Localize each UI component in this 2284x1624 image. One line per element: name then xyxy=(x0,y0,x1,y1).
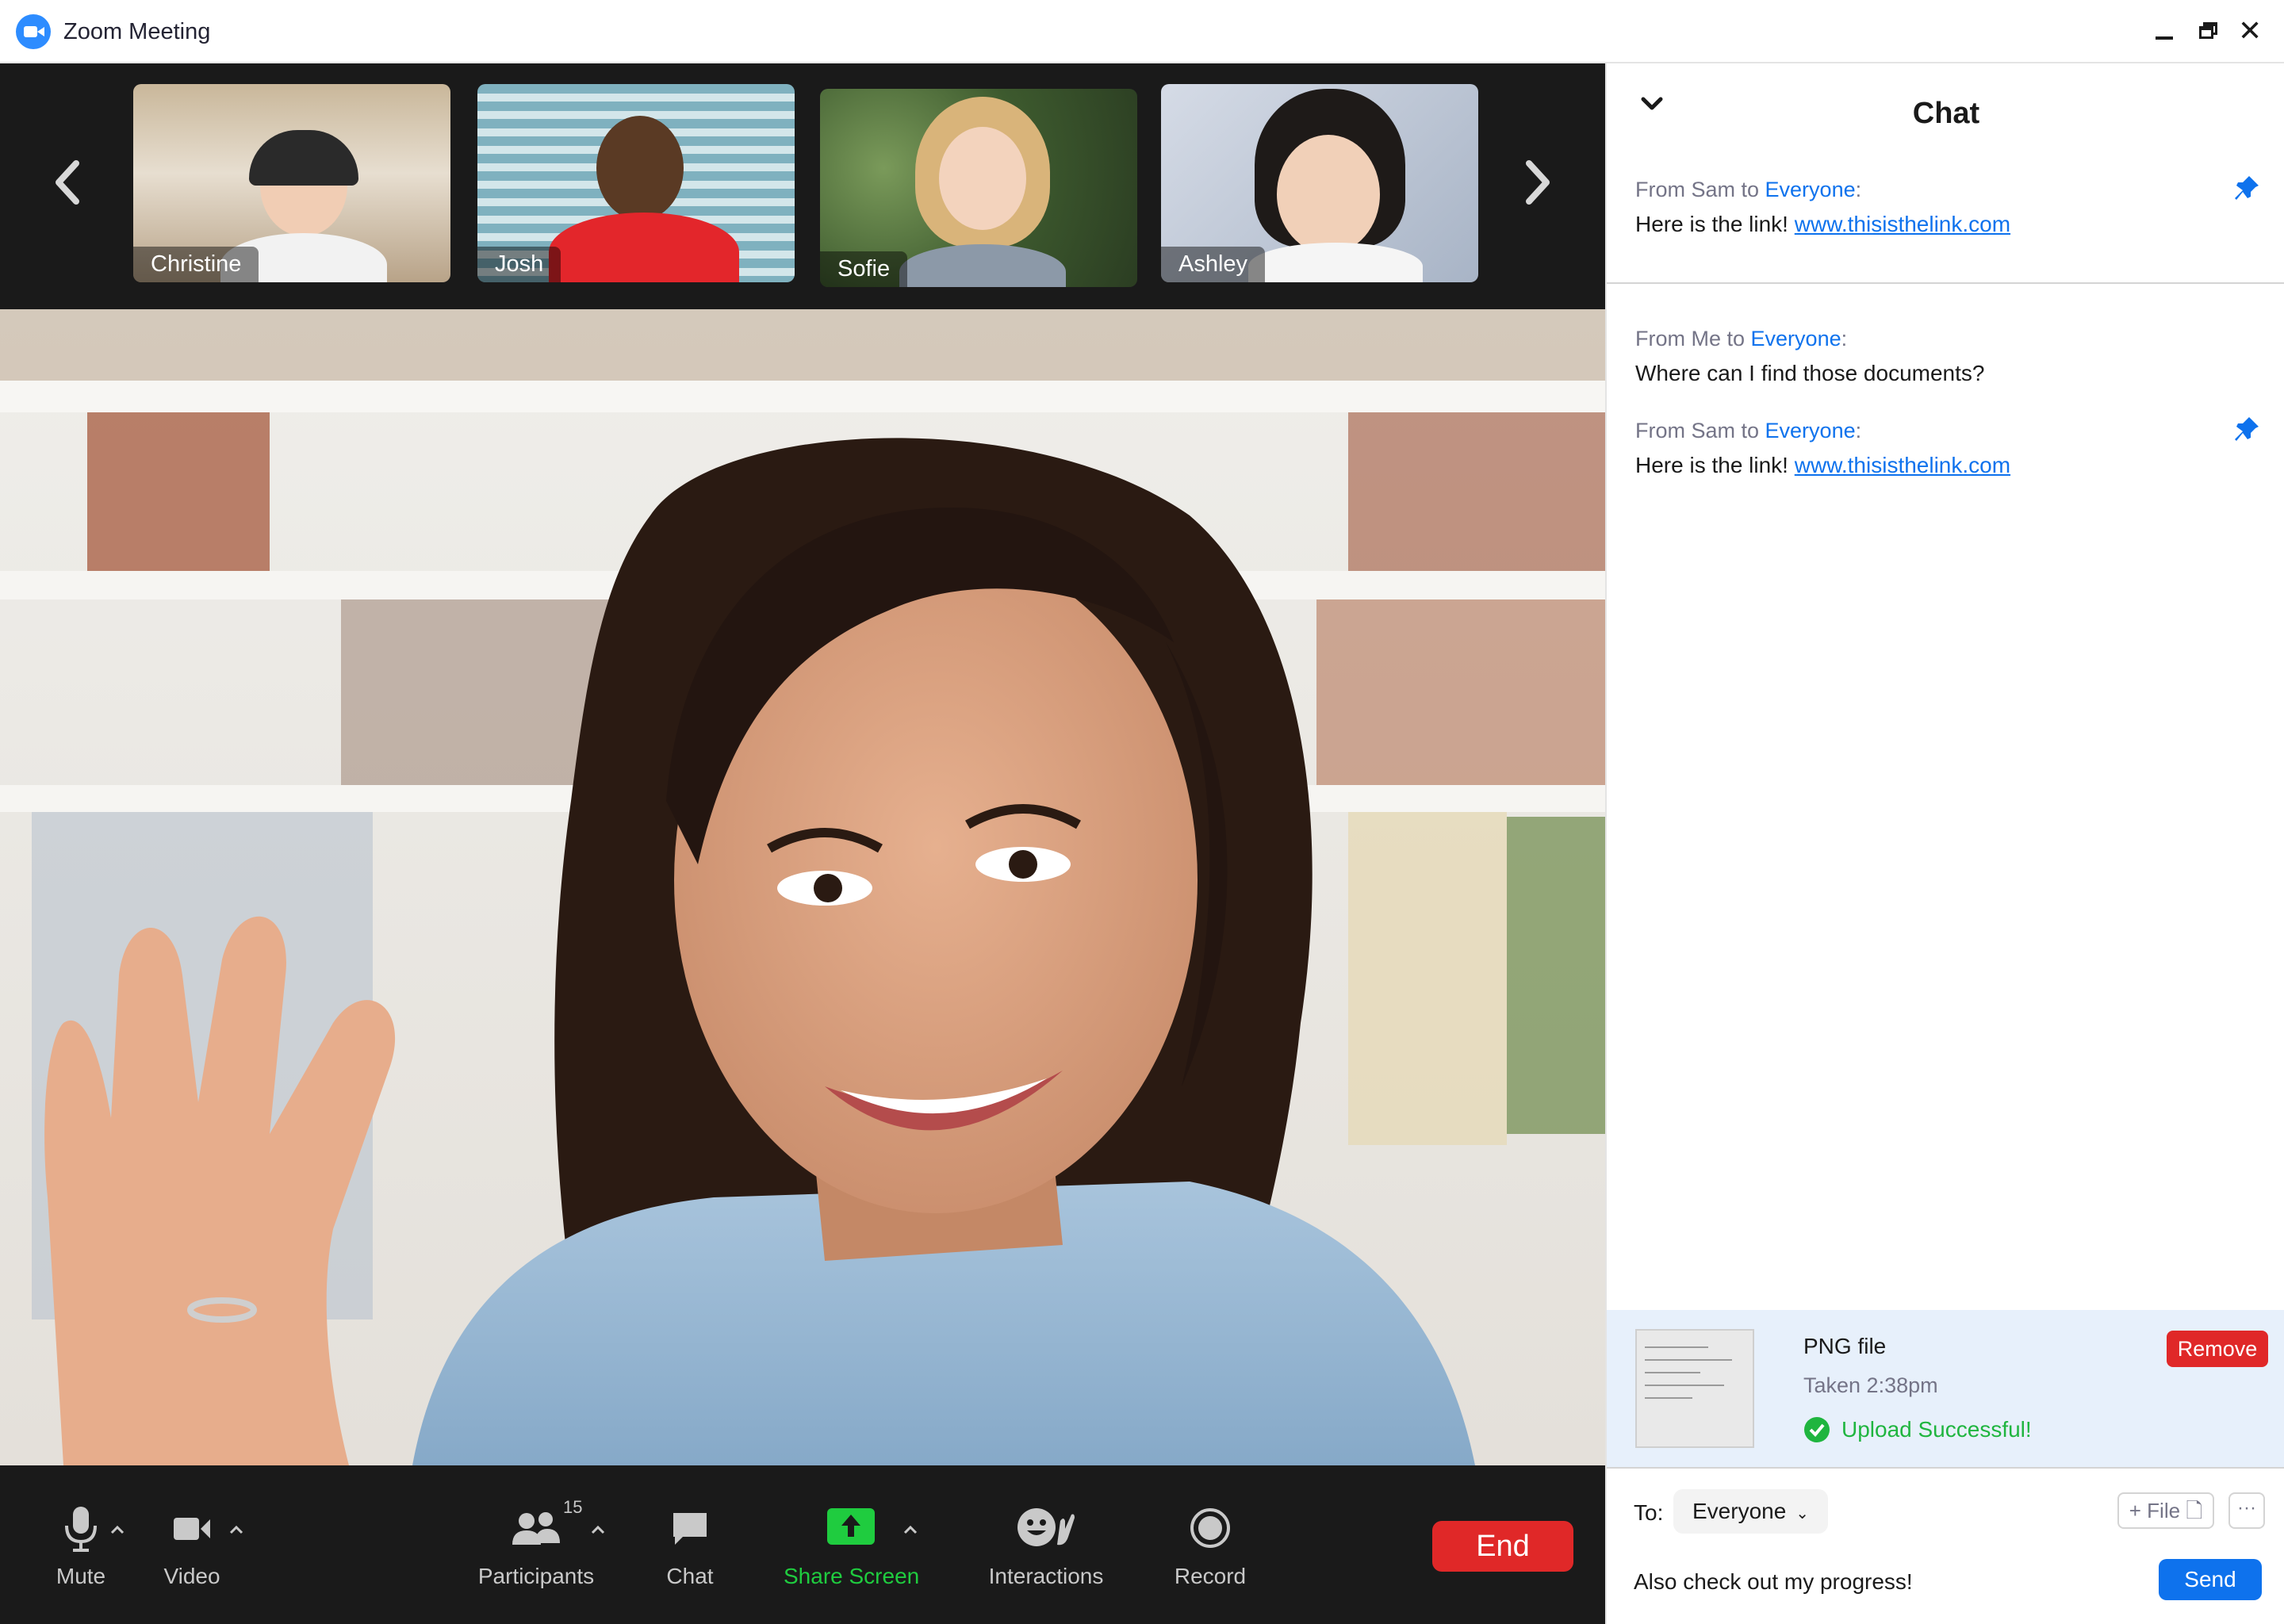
minimize-icon[interactable] xyxy=(2152,19,2176,43)
close-icon[interactable]: ✕ xyxy=(2238,17,2262,45)
participants-options-chevron-icon[interactable] xyxy=(588,1521,607,1540)
zoom-camera-icon xyxy=(16,14,51,49)
participant-name: Ashley xyxy=(1161,247,1266,282)
chat-header: Chat xyxy=(1607,63,2284,143)
chat-message-input[interactable] xyxy=(1634,1564,2110,1600)
participant-tile-ashley[interactable]: Ashley xyxy=(1161,84,1478,282)
message-text: Here is the link! www.thisisthelink.com xyxy=(1635,212,2238,237)
participant-name: Sofie xyxy=(820,251,908,287)
participant-name: Josh xyxy=(477,247,561,282)
pin-icon[interactable] xyxy=(2233,174,2260,201)
sender-suffix: : xyxy=(1855,178,1862,201)
record-label: Record xyxy=(1174,1564,1247,1588)
sender-prefix: From Sam to xyxy=(1635,419,1765,442)
remove-upload-button[interactable]: Remove xyxy=(2167,1331,2268,1367)
participant-tile-josh[interactable]: Josh xyxy=(477,84,795,282)
mute-options-chevron-icon[interactable] xyxy=(108,1521,127,1540)
message-text: Where can I find those documents? xyxy=(1635,361,1985,385)
participant-tile-christine[interactable]: Christine xyxy=(133,84,450,282)
video-camera-icon xyxy=(174,1518,210,1540)
chevron-down-icon: ⌄ xyxy=(1795,1505,1810,1522)
more-options-button[interactable]: ··· xyxy=(2228,1492,2265,1529)
recipient-link[interactable]: Everyone xyxy=(1765,178,1856,201)
chat-label: Chat xyxy=(666,1564,714,1588)
meeting-toolbar: Mute Video Participants 15 Chat Share Sc… xyxy=(0,1465,1605,1624)
chat-panel: Chat From Sam to Everyone: Here is the l… xyxy=(1605,63,2284,1624)
interactions-button[interactable]: Interactions xyxy=(980,1465,1112,1624)
message-body: Here is the link! xyxy=(1635,212,1795,236)
maximize-icon[interactable] xyxy=(2197,19,2221,43)
record-button[interactable]: Record xyxy=(1171,1465,1250,1624)
check-circle-icon xyxy=(1803,1416,1830,1443)
video-options-chevron-icon[interactable] xyxy=(227,1521,246,1540)
message-sender: From Sam to Everyone: xyxy=(1635,178,2238,202)
participant-tile-sofie[interactable]: Sofie xyxy=(820,89,1137,287)
sender-suffix: : xyxy=(1841,327,1848,350)
upload-file-name: PNG file xyxy=(1803,1334,1887,1358)
recipient-value: Everyone xyxy=(1692,1499,1787,1523)
video-label: Video xyxy=(163,1564,220,1588)
participants-count: 15 xyxy=(563,1497,583,1517)
chat-button[interactable]: Chat xyxy=(650,1465,730,1624)
share-screen-button[interactable]: Share Screen xyxy=(784,1465,920,1624)
participant-gallery: Christine Josh Sofie Ashley xyxy=(0,63,1605,309)
chat-title: Chat xyxy=(1912,97,1980,130)
chat-compose: To: Everyone ⌄ + File 🗋 ··· Send xyxy=(1607,1467,2284,1624)
file-icon: 🗋 xyxy=(2186,1499,2203,1522)
participants-icon xyxy=(512,1512,560,1545)
record-icon xyxy=(1190,1508,1230,1548)
recipient-select[interactable]: Everyone ⌄ xyxy=(1673,1489,1829,1534)
recipient-link[interactable]: Everyone xyxy=(1751,327,1841,350)
speaker-video-frame xyxy=(0,309,1605,1465)
share-options-chevron-icon[interactable] xyxy=(901,1521,920,1540)
emoji-reaction-icon xyxy=(1017,1508,1075,1546)
microphone-icon xyxy=(65,1507,97,1552)
title-bar: Zoom Meeting ✕ xyxy=(0,0,2284,63)
message-body: Here is the link! xyxy=(1635,453,1795,477)
chat-message: From Me to Everyone: Where can I find th… xyxy=(1635,327,2238,386)
message-sender: From Sam to Everyone: xyxy=(1635,419,2238,443)
uploaded-image-thumbnail[interactable] xyxy=(1635,1329,1754,1448)
attach-file-label: + File xyxy=(2129,1499,2181,1522)
participants-button[interactable]: Participants xyxy=(473,1465,600,1624)
chevron-left-icon[interactable] xyxy=(44,151,92,214)
sender-suffix: : xyxy=(1855,419,1862,442)
main-speaker-video xyxy=(0,309,1605,1465)
chat-bubble-icon xyxy=(673,1513,707,1545)
attach-file-button[interactable]: + File 🗋 xyxy=(2117,1492,2214,1529)
to-label: To: xyxy=(1634,1500,1664,1525)
window-title: Zoom Meeting xyxy=(63,19,211,44)
chevron-right-icon[interactable] xyxy=(1513,151,1561,214)
video-button[interactable]: Video xyxy=(152,1465,232,1624)
interactions-label: Interactions xyxy=(988,1564,1104,1588)
send-button[interactable]: Send xyxy=(2159,1559,2262,1600)
mute-button[interactable]: Mute xyxy=(41,1465,121,1624)
chat-message: From Sam to Everyone: Here is the link! … xyxy=(1635,419,2238,478)
upload-status: Upload Successful! xyxy=(1803,1416,2032,1443)
upload-status-text: Upload Successful! xyxy=(1841,1417,2032,1442)
upload-timestamp: Taken 2:38pm xyxy=(1803,1373,1938,1397)
message-link[interactable]: www.thisisthelink.com xyxy=(1795,453,2010,477)
end-meeting-button[interactable]: End xyxy=(1432,1521,1573,1572)
recipient-link[interactable]: Everyone xyxy=(1765,419,1856,442)
share-screen-icon xyxy=(827,1508,875,1545)
participants-label: Participants xyxy=(477,1564,595,1588)
sender-prefix: From Me to xyxy=(1635,327,1751,350)
pin-icon[interactable] xyxy=(2233,416,2260,442)
pinned-message-body: From Sam to Everyone: Here is the link! … xyxy=(1635,178,2238,237)
share-screen-label: Share Screen xyxy=(784,1564,920,1588)
message-text: Here is the link! www.thisisthelink.com xyxy=(1635,453,2238,478)
message-sender: From Me to Everyone: xyxy=(1635,327,2238,351)
mute-label: Mute xyxy=(56,1564,106,1588)
file-upload-preview: PNG file Taken 2:38pm Upload Successful!… xyxy=(1607,1310,2284,1467)
participant-name: Christine xyxy=(133,247,259,282)
message-link[interactable]: www.thisisthelink.com xyxy=(1795,212,2010,236)
sender-prefix: From Sam to xyxy=(1635,178,1765,201)
